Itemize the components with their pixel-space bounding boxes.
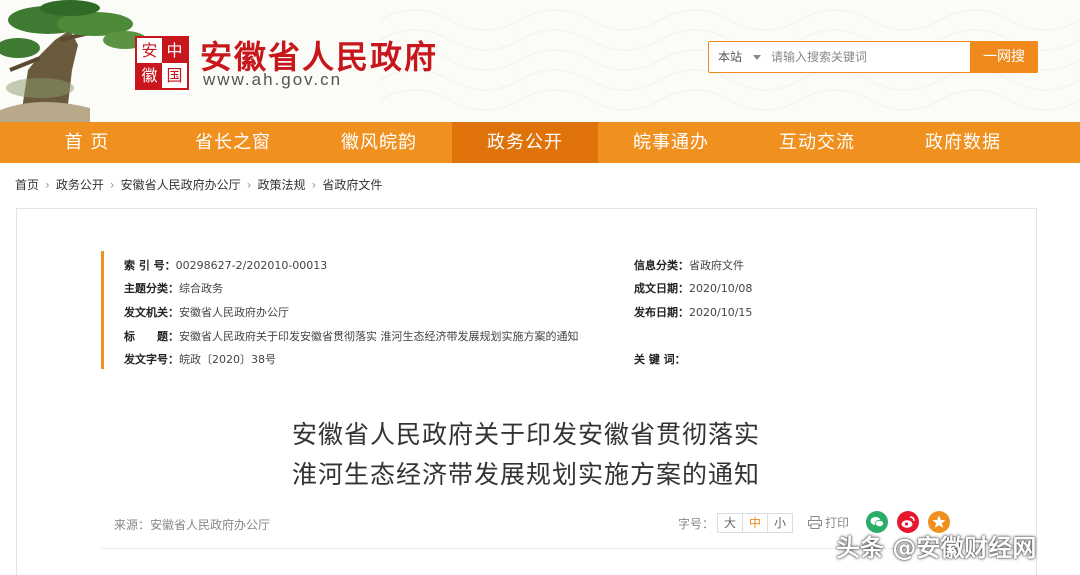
document-title-line-1: 安徽省人民政府关于印发安徽省贯彻落实: [291, 420, 760, 449]
seal-char: 徽: [137, 63, 162, 88]
document-source: 来源：安徽省人民政府办公厅: [114, 518, 271, 532]
font-size-large-button[interactable]: 大: [717, 513, 744, 533]
nav-item-home[interactable]: 首 页: [14, 122, 160, 163]
meta-label: 主题分类：: [124, 282, 179, 295]
site-url: www.ah.gov.cn: [203, 70, 343, 89]
anhui-seal-logo[interactable]: 安 中 徽 国: [135, 36, 189, 90]
main-nav: 首 页 省长之窗 徽风皖韵 政务公开 皖事通办 互动交流 政府数据: [0, 122, 1080, 163]
search-scope-select[interactable]: 本站: [709, 42, 767, 72]
breadcrumb-link[interactable]: 安徽省人民政府办公厅: [121, 176, 241, 193]
meta-topic: 主题分类：综合政务: [124, 280, 223, 296]
breadcrumb-link[interactable]: 政策法规: [257, 176, 305, 193]
nav-item-open-gov[interactable]: 政务公开: [452, 122, 598, 163]
chevron-right-icon: ›: [311, 177, 317, 192]
meta-issuer: 发文机关：安徽省人民政府办公厅: [124, 304, 289, 320]
meta-created-date: 成文日期：2020/10/08: [634, 280, 752, 296]
nav-item-culture[interactable]: 徽风皖韵: [306, 122, 452, 163]
search-input[interactable]: [771, 46, 961, 68]
meta-value: 2020/10/15: [689, 306, 753, 319]
document-title-line-2: 淮河生态经济带发展规划实施方案的通知: [291, 460, 760, 489]
meta-value: 皖政〔2020〕38号: [179, 353, 276, 366]
seal-char: 国: [166, 66, 183, 85]
meta-label: 标 题：: [124, 330, 179, 343]
breadcrumb-link[interactable]: 首页: [15, 176, 39, 193]
meta-label: 索 引 号：: [124, 259, 176, 272]
pine-tree-logo-image: [0, 0, 150, 122]
breadcrumb-link[interactable]: 政务公开: [56, 176, 104, 193]
search-bar: 本站 一网搜: [708, 41, 1038, 73]
chevron-right-icon: ›: [45, 177, 50, 192]
font-size-label: 字号：: [678, 516, 715, 531]
meta-label: 发文机关：: [124, 306, 179, 319]
meta-title: 标 题：安徽省人民政府关于印发安徽省贯彻落实 淮河生态经济带发展规划实施方案的通…: [124, 328, 579, 344]
meta-published-date: 发布日期：2020/10/15: [634, 304, 752, 320]
document-metadata: 索 引 号：00298627-2/202010-00013 主题分类：综合政务 …: [101, 251, 971, 369]
nav-item-interaction[interactable]: 互动交流: [744, 122, 890, 163]
meta-keywords: 关 键 词：: [634, 351, 686, 367]
meta-info-category: 信息分类：省政府文件: [634, 257, 744, 273]
meta-label: 信息分类：: [634, 259, 689, 272]
printer-icon: [808, 516, 822, 529]
nav-item-data[interactable]: 政府数据: [890, 122, 1036, 163]
meta-label: 发文字号：: [124, 353, 179, 366]
nav-item-services[interactable]: 皖事通办: [598, 122, 744, 163]
meta-value: 安徽省人民政府关于印发安徽省贯彻落实 淮河生态经济带发展规划实施方案的通知: [179, 330, 579, 343]
meta-docno: 发文字号：皖政〔2020〕38号: [124, 351, 276, 367]
seal-char: 中: [162, 38, 187, 63]
meta-value: 00298627-2/202010-00013: [175, 259, 328, 272]
site-header: 安 中 徽 国 安徽省人民政府 www.ah.gov.cn 本站 一网搜: [0, 0, 1080, 122]
nav-item-governor[interactable]: 省长之窗: [160, 122, 306, 163]
font-size-small-button[interactable]: 小: [767, 513, 794, 533]
meta-value: 安徽省人民政府办公厅: [179, 306, 289, 319]
breadcrumb: 首页 › 政务公开 › 安徽省人民政府办公厅 › 政策法规 › 省政府文件: [15, 176, 382, 193]
chevron-down-icon: [753, 55, 761, 60]
meta-value: 省政府文件: [689, 259, 744, 272]
chevron-right-icon: ›: [109, 177, 115, 192]
font-size-control: 字号： 大 中 小: [678, 513, 794, 533]
meta-value: 2020/10/08: [689, 282, 753, 295]
breadcrumb-current[interactable]: 省政府文件: [322, 176, 382, 193]
meta-label: 关 键 词：: [634, 353, 686, 366]
search-button[interactable]: 一网搜: [970, 41, 1038, 73]
watermark-text: 头条 @安徽财经网: [836, 534, 1037, 562]
meta-index: 索 引 号：00298627-2/202010-00013: [124, 257, 327, 273]
meta-label: 发布日期：: [634, 306, 689, 319]
meta-label: 成文日期：: [634, 282, 689, 295]
seal-char: 安: [141, 41, 158, 60]
search-scope-label: 本站: [718, 50, 743, 64]
chevron-right-icon: ›: [246, 177, 252, 192]
font-size-medium-button[interactable]: 中: [742, 513, 769, 533]
meta-value: 综合政务: [179, 282, 223, 295]
